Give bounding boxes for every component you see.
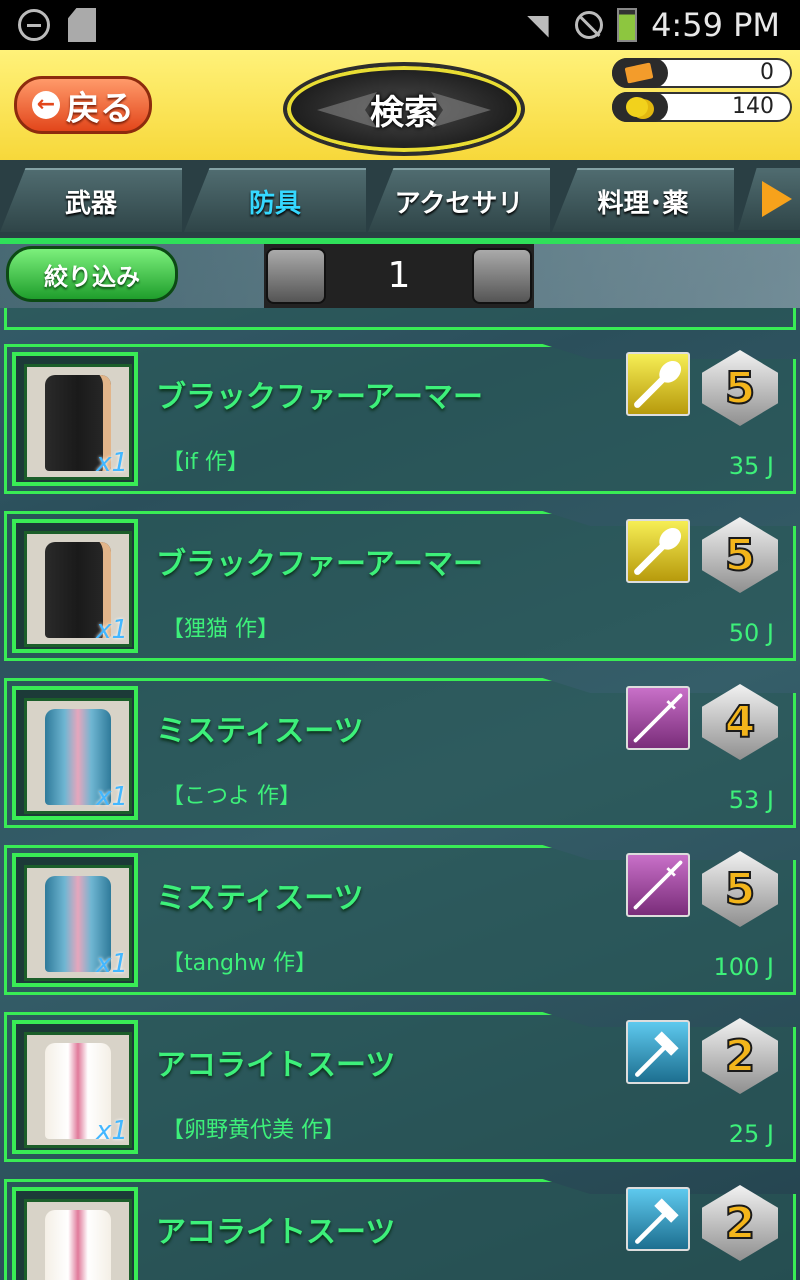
coins-icon bbox=[626, 97, 648, 117]
item-price: 50 J bbox=[728, 619, 774, 647]
needle-icon bbox=[626, 853, 690, 917]
ticket-counter: 0 bbox=[612, 58, 792, 88]
item-name: ブラックファーアーマー bbox=[156, 380, 483, 415]
item-thumbnail: x1 bbox=[12, 1020, 138, 1154]
item-name: ミスティスーツ bbox=[156, 714, 364, 749]
back-arrow-icon: ← bbox=[32, 91, 60, 119]
coin-counter: 140 bbox=[612, 92, 792, 122]
item-thumbnail: x1 bbox=[12, 519, 138, 653]
list-item[interactable]: x1 ミスティスーツ【こつよ 作】 53 J 4 bbox=[0, 678, 800, 828]
rank-value: 4 bbox=[724, 696, 757, 749]
page-title: 検索 bbox=[370, 92, 438, 133]
item-thumbnail: x1 bbox=[12, 853, 138, 987]
rank-value: 5 bbox=[724, 529, 757, 582]
item-name: ミスティスーツ bbox=[156, 881, 364, 916]
needle-icon bbox=[626, 686, 690, 750]
wifi-icon: ◥ bbox=[527, 8, 549, 41]
filter-button[interactable]: 絞り込み bbox=[6, 246, 178, 302]
tab-label: アクセサリ bbox=[394, 188, 524, 219]
item-thumbnail: x1 bbox=[12, 352, 138, 486]
list-item[interactable]: アコライトスーツ 2 bbox=[0, 1179, 800, 1280]
item-name: ブラックファーアーマー bbox=[156, 547, 483, 582]
do-not-disturb-icon bbox=[18, 9, 50, 41]
partial-list-item bbox=[4, 308, 796, 330]
tab-weapons[interactable]: 武器 bbox=[0, 168, 182, 232]
header: ← 戻る 検索 0 140 bbox=[0, 50, 800, 163]
ticket-count: 0 bbox=[760, 60, 774, 85]
hammer-icon bbox=[626, 1020, 690, 1084]
tab-label: 武器 bbox=[64, 188, 117, 219]
item-author: 【if 作】 bbox=[162, 450, 249, 475]
spatula-icon bbox=[626, 519, 690, 583]
item-quantity: x1 bbox=[96, 448, 128, 478]
item-thumbnail bbox=[12, 1187, 138, 1280]
item-author: 【卵野黄代美 作】 bbox=[162, 1118, 345, 1143]
item-price: 100 J bbox=[713, 953, 774, 981]
list-item[interactable]: x1 アコライトスーツ【卵野黄代美 作】 25 J 2 bbox=[0, 1012, 800, 1162]
item-author: 【tanghw 作】 bbox=[162, 951, 317, 976]
tab-accessories[interactable]: アクセサリ bbox=[368, 168, 550, 232]
back-label: 戻る bbox=[66, 88, 134, 129]
item-quantity: x1 bbox=[96, 949, 128, 979]
rank-value: 2 bbox=[724, 1197, 757, 1250]
item-price: 25 J bbox=[728, 1120, 774, 1148]
clock: 4:59 PM bbox=[651, 6, 780, 44]
spatula-icon bbox=[626, 352, 690, 416]
filter-bar: 絞り込み 1 bbox=[0, 244, 800, 308]
item-thumbnail: x1 bbox=[12, 686, 138, 820]
item-name: アコライトスーツ bbox=[156, 1215, 396, 1250]
rank-value: 2 bbox=[724, 1030, 757, 1083]
filter-label: 絞り込み bbox=[44, 262, 140, 291]
next-page-button[interactable] bbox=[472, 248, 532, 304]
item-quantity: x1 bbox=[96, 1116, 128, 1146]
item-list[interactable]: x1 ブラックファーアーマー 【if 作】 35 J 5 x1 ブラックファーアーマー 【狸猫… bbox=[0, 308, 800, 1280]
item-quantity: x1 bbox=[96, 615, 128, 645]
acolyte-suit-image bbox=[45, 1210, 111, 1280]
hammer-icon bbox=[626, 1187, 690, 1251]
list-item[interactable]: x1 ブラックファーアーマー【if 作】 35 J 5 bbox=[0, 344, 800, 494]
ticket-icon bbox=[624, 62, 654, 84]
category-tabs: 武器 防具 アクセサリ 料理･薬 bbox=[0, 160, 800, 244]
back-button[interactable]: ← 戻る bbox=[14, 76, 152, 134]
item-name: アコライトスーツ bbox=[156, 1048, 396, 1083]
item-author: 【狸猫 作】 bbox=[162, 617, 279, 642]
coin-count: 140 bbox=[732, 94, 774, 119]
tab-label: 防具 bbox=[248, 188, 301, 219]
emblem-wing-icon bbox=[431, 92, 491, 128]
sd-card-icon bbox=[68, 8, 96, 42]
rank-value: 5 bbox=[724, 362, 757, 415]
arrow-right-icon bbox=[762, 181, 792, 217]
prev-page-button[interactable] bbox=[266, 248, 326, 304]
tab-food-medicine[interactable]: 料理･薬 bbox=[552, 168, 734, 232]
battery-charging-icon bbox=[617, 8, 638, 42]
list-item[interactable]: x1 ミスティスーツ【tanghw 作】 100 J 5 bbox=[0, 845, 800, 995]
rank-value: 5 bbox=[724, 863, 757, 916]
no-signal-icon bbox=[575, 11, 604, 39]
item-price: 35 J bbox=[728, 452, 774, 480]
tab-label: 料理･薬 bbox=[597, 188, 689, 219]
page-number: 1 bbox=[387, 255, 411, 296]
status-bar: ◥ 4:59 PM bbox=[0, 0, 800, 50]
pager: 1 bbox=[264, 244, 534, 308]
tab-armor[interactable]: 防具 bbox=[184, 168, 366, 232]
item-author: 【こつよ 作】 bbox=[162, 784, 301, 809]
list-item[interactable]: x1 ブラックファーアーマー【狸猫 作】 50 J 5 bbox=[0, 511, 800, 661]
emblem-wing-icon bbox=[317, 92, 377, 128]
item-quantity: x1 bbox=[96, 782, 128, 812]
item-price: 53 J bbox=[728, 786, 774, 814]
title-emblem: 検索 bbox=[283, 62, 525, 156]
tabs-next-button[interactable] bbox=[738, 168, 800, 230]
